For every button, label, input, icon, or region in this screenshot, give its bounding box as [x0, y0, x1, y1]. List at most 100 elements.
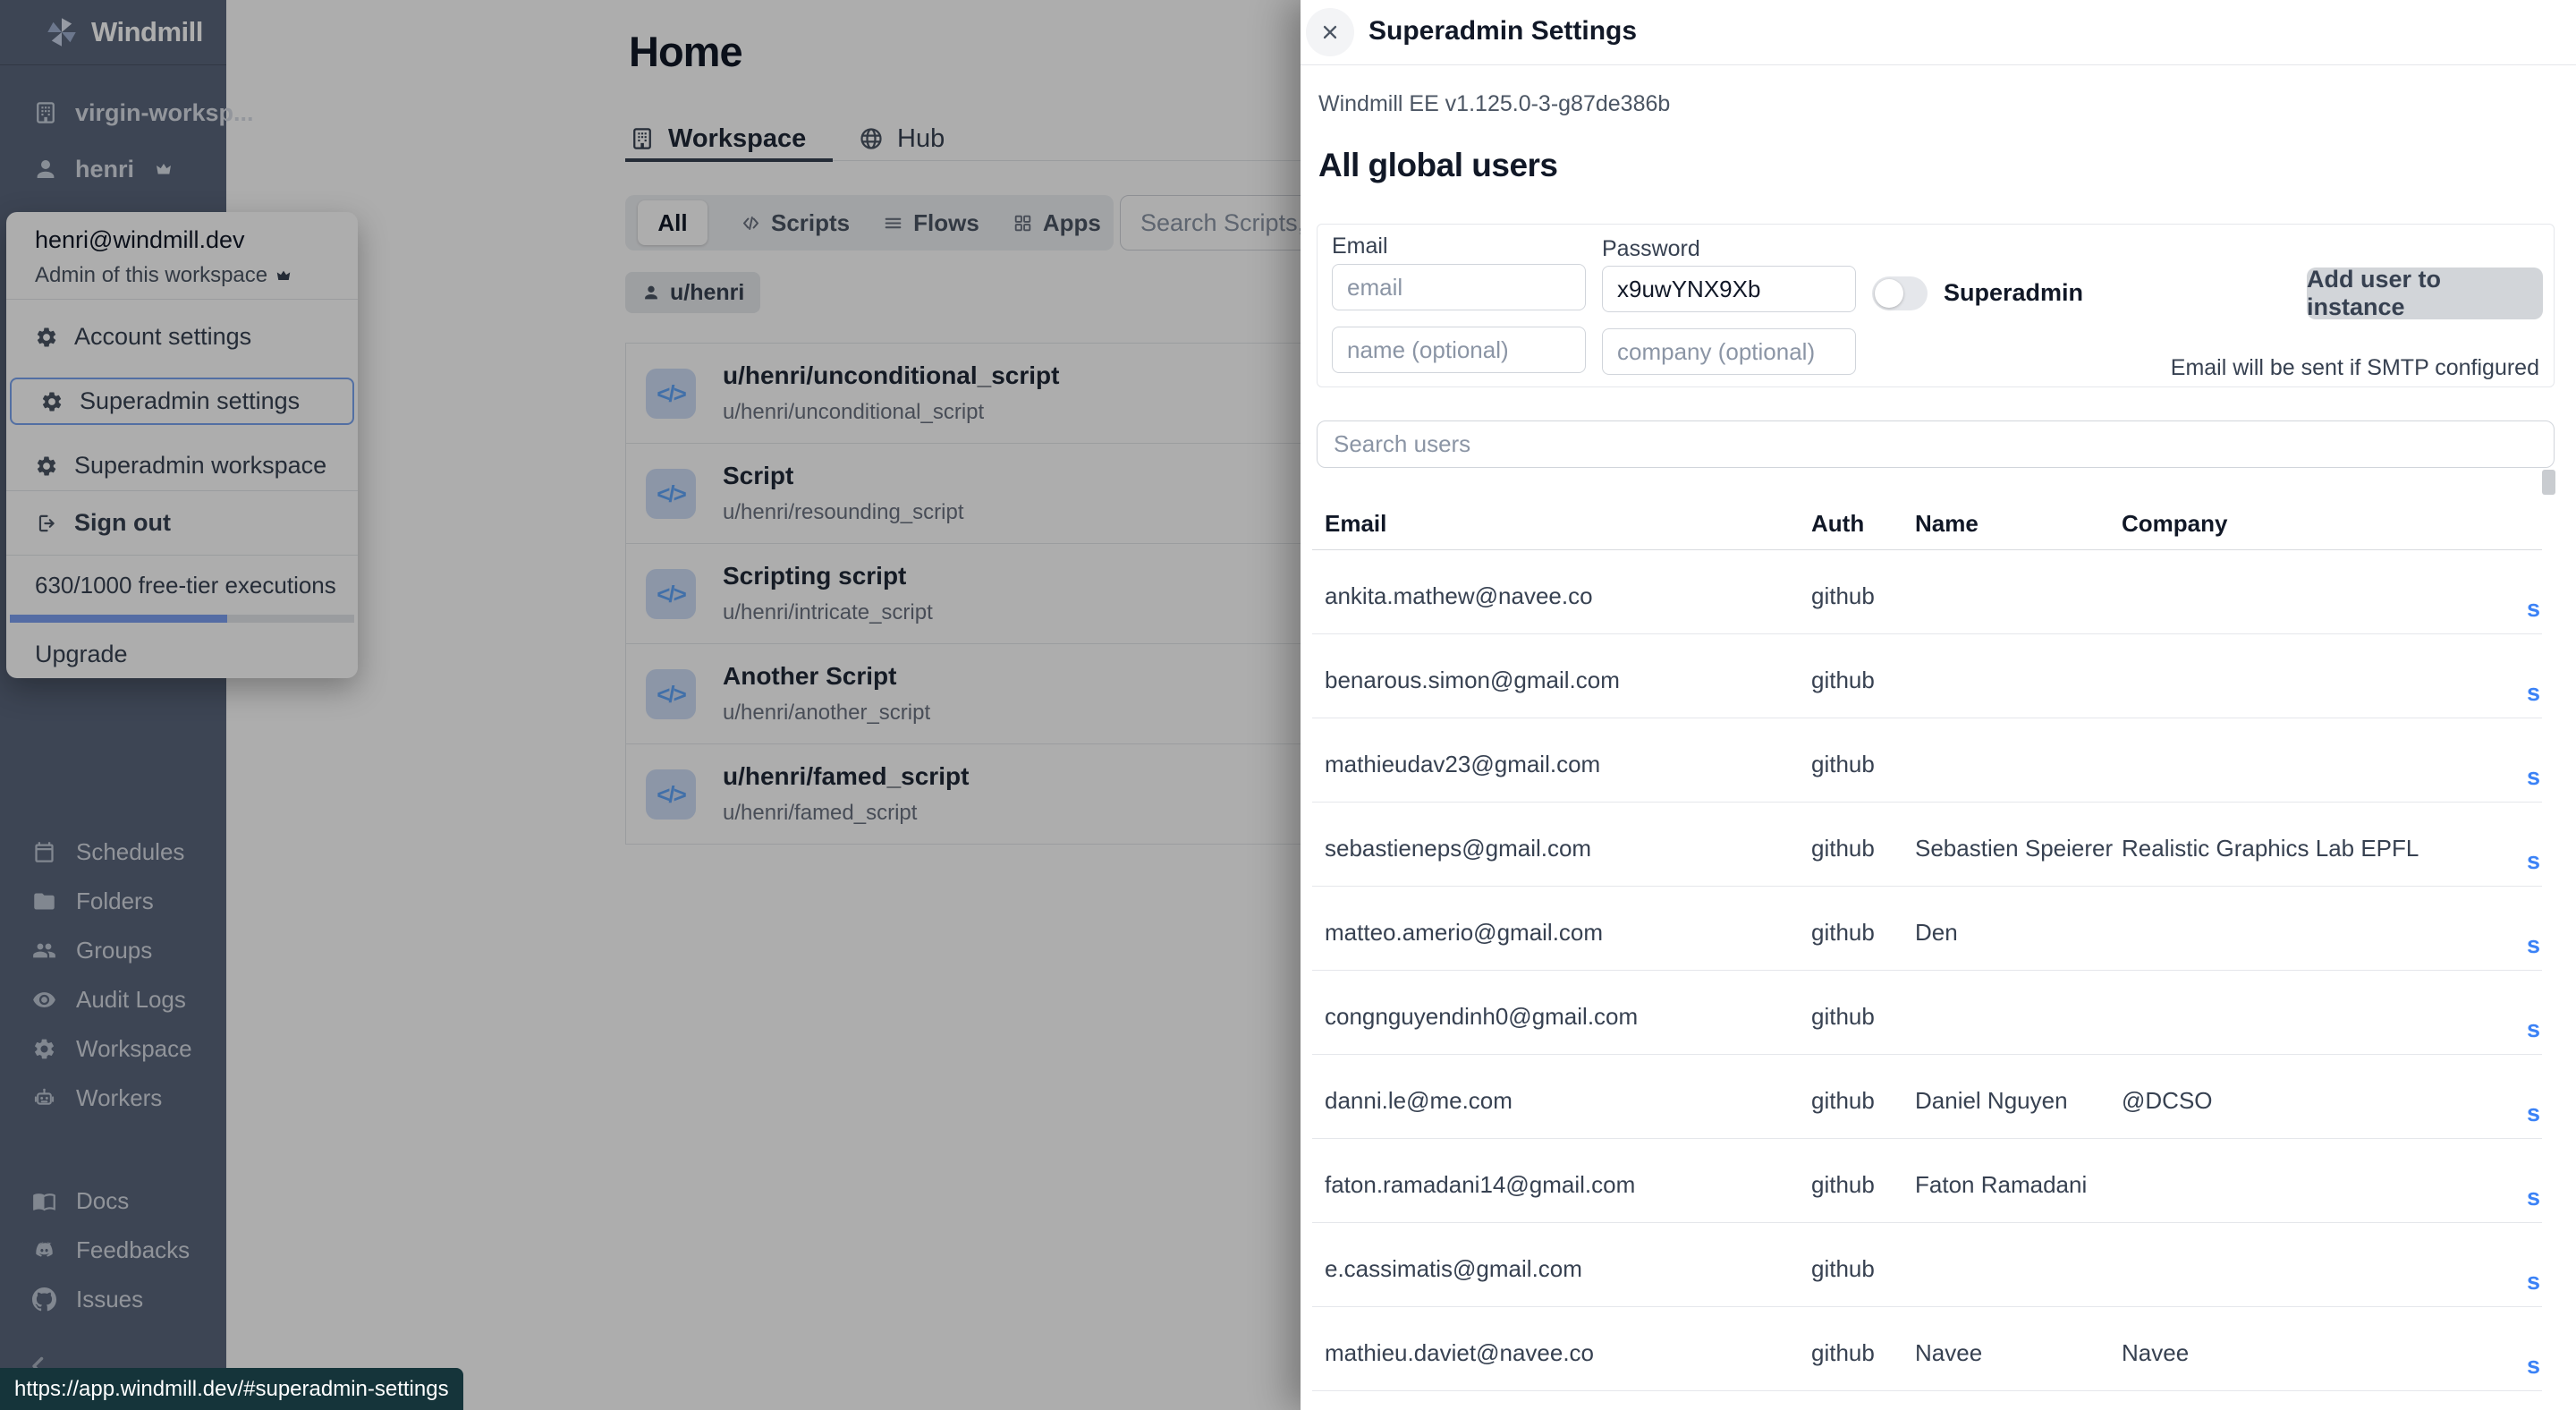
sidebar-item-groups[interactable]: Groups — [0, 926, 226, 975]
sidebar-footer-nav: Docs Feedbacks Issues — [0, 1176, 226, 1324]
drawer-header: Superadmin Settings — [1301, 0, 2576, 65]
grid-icon — [1012, 212, 1034, 234]
robot-icon — [32, 1086, 56, 1110]
cell-email: ankita.mathew@navee.co — [1325, 582, 1593, 610]
cell-name: Sebastien Speierer — [1915, 835, 2113, 862]
password-label: Password — [1602, 236, 1700, 262]
cell-email: faton.ramadani14@gmail.com — [1325, 1171, 1635, 1199]
table-row[interactable]: mathieu.daviet@navee.co github Navee Nav… — [1312, 1307, 2542, 1391]
eye-icon — [32, 988, 56, 1012]
sidebar-item-schedules[interactable]: Schedules — [0, 828, 226, 877]
table-row[interactable]: mathieudav23@gmail.com github s — [1312, 718, 2542, 803]
gear-icon — [40, 390, 64, 413]
cell-auth: github — [1811, 835, 1875, 862]
workspace-switcher[interactable]: virgin-worksp... — [0, 89, 226, 136]
name-field[interactable] — [1332, 327, 1586, 373]
sidebar-item-workers[interactable]: Workers — [0, 1074, 226, 1123]
users-table: Email Auth Name Company ankita.mathew@na… — [1312, 501, 2542, 1391]
row-action-link[interactable]: s — [2527, 931, 2540, 959]
drawer-title: Superadmin Settings — [1368, 16, 1637, 47]
row-action-link[interactable]: s — [2527, 1100, 2540, 1127]
row-action-link[interactable]: s — [2527, 763, 2540, 791]
gear-icon — [35, 326, 58, 349]
building-icon — [629, 125, 656, 152]
table-row[interactable]: danni.le@me.com github Daniel Nguyen @DC… — [1312, 1055, 2542, 1139]
table-row[interactable]: matteo.amerio@gmail.com github Den s — [1312, 887, 2542, 971]
cell-auth: github — [1811, 667, 1875, 694]
script-title: u/henri/famed_script — [723, 762, 969, 791]
email-field[interactable] — [1332, 264, 1586, 310]
building-icon — [32, 99, 59, 126]
search-users-input[interactable] — [1317, 420, 2555, 468]
column-header-company: Company — [2122, 510, 2227, 538]
app-logo[interactable]: Windmill — [0, 0, 226, 65]
table-row[interactable]: faton.ramadani14@gmail.com github Faton … — [1312, 1139, 2542, 1223]
free-tier-usage: 630/1000 free-tier executions — [35, 572, 336, 599]
filter-all[interactable]: All — [638, 200, 708, 245]
menu-divider — [6, 299, 358, 300]
smtp-note: Email will be sent if SMTP configured — [2171, 355, 2539, 381]
sidebar-item-issues[interactable]: Issues — [0, 1275, 226, 1324]
sidebar-item-folders[interactable]: Folders — [0, 877, 226, 926]
menu-item-sign-out[interactable]: Sign out — [6, 499, 358, 547]
cell-name: Daniel Nguyen — [1915, 1087, 2068, 1115]
sidebar-item-docs[interactable]: Docs — [0, 1176, 226, 1226]
filter-scripts[interactable]: Scripts — [740, 209, 850, 237]
add-user-button[interactable]: Add user to instance — [2307, 268, 2543, 319]
cell-name: Den — [1915, 919, 1958, 947]
row-action-link[interactable]: s — [2527, 1015, 2540, 1043]
row-action-link[interactable]: s — [2527, 1352, 2540, 1380]
cell-company: @DCSO — [2122, 1087, 2213, 1115]
close-button[interactable] — [1306, 8, 1354, 56]
script-title: Script — [723, 462, 793, 490]
table-row[interactable]: benarous.simon@gmail.com github s — [1312, 634, 2542, 718]
password-field[interactable] — [1602, 266, 1856, 312]
sidebar-item-feedbacks[interactable]: Feedbacks — [0, 1226, 226, 1275]
filter-apps[interactable]: Apps — [1012, 209, 1101, 237]
filter-flows[interactable]: Flows — [882, 209, 979, 237]
script-code-icon: </> — [646, 569, 696, 619]
row-action-link[interactable]: s — [2527, 847, 2540, 875]
menu-item-account-settings[interactable]: Account settings — [6, 313, 358, 361]
menu-item-superadmin-settings[interactable]: Superadmin settings — [10, 378, 354, 425]
globe-icon — [858, 125, 885, 152]
row-action-link[interactable]: s — [2527, 595, 2540, 623]
crown-icon — [275, 267, 292, 285]
groups-icon — [32, 939, 56, 963]
row-action-link[interactable]: s — [2527, 1268, 2540, 1295]
menu-divider — [6, 490, 358, 491]
superadmin-toggle[interactable] — [1872, 276, 1928, 310]
script-code-icon: </> — [646, 769, 696, 820]
column-header-auth: Auth — [1811, 510, 1864, 538]
close-icon — [1318, 21, 1342, 44]
toggle-knob — [1875, 279, 1903, 308]
cell-email: congnguyendinh0@gmail.com — [1325, 1003, 1638, 1031]
owner-filter-chip[interactable]: u/henri — [625, 272, 760, 313]
menu-item-upgrade[interactable]: Upgrade — [6, 631, 358, 677]
cell-company: Realistic Graphics Lab EPFL — [2122, 835, 2419, 862]
table-row[interactable]: sebastieneps@gmail.com github Sebastien … — [1312, 803, 2542, 887]
tab-workspace[interactable]: Workspace — [629, 119, 806, 158]
table-row[interactable]: e.cassimatis@gmail.com github s — [1312, 1223, 2542, 1307]
table-row[interactable]: congnguyendinh0@gmail.com github s — [1312, 971, 2542, 1055]
cell-auth: github — [1811, 1003, 1875, 1031]
tab-hub[interactable]: Hub — [858, 119, 945, 158]
script-code-icon: </> — [646, 369, 696, 419]
menu-item-superadmin-workspace[interactable]: Superadmin workspace — [6, 442, 358, 489]
row-action-link[interactable]: s — [2527, 1184, 2540, 1211]
user-menu-trigger[interactable]: henri — [0, 146, 226, 192]
sidebar-item-audit-logs[interactable]: Audit Logs — [0, 975, 226, 1024]
row-action-link[interactable]: s — [2527, 679, 2540, 707]
github-icon — [32, 1287, 56, 1312]
script-title: Another Script — [723, 662, 896, 691]
table-row[interactable]: ankita.mathew@navee.co github s — [1312, 550, 2542, 634]
page-title: Home — [629, 27, 742, 76]
script-title: Scripting script — [723, 562, 906, 590]
company-field[interactable] — [1602, 328, 1856, 375]
sidebar-item-workspace[interactable]: Workspace — [0, 1024, 226, 1074]
person-icon — [32, 156, 59, 183]
cell-email: danni.le@me.com — [1325, 1087, 1513, 1115]
scrollbar-thumb[interactable] — [2542, 470, 2555, 495]
gear-icon — [35, 454, 58, 478]
users-table-header: Email Auth Name Company — [1312, 501, 2542, 550]
